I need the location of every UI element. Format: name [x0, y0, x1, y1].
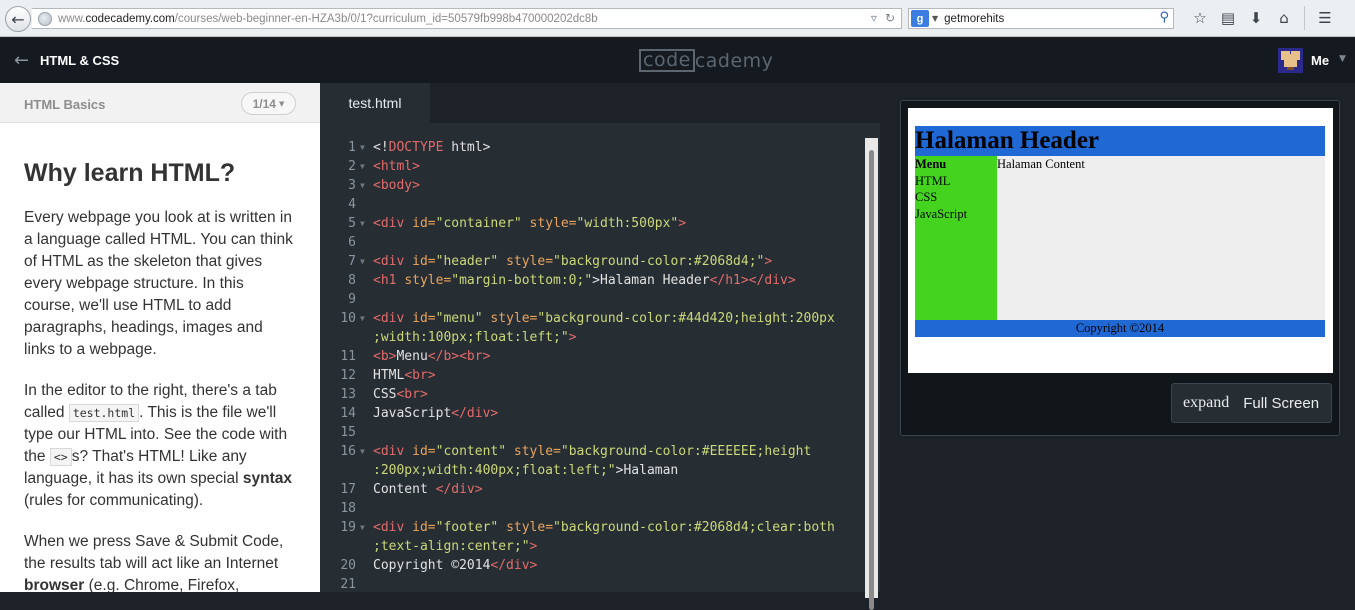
unit-name: HTML Basics: [24, 97, 106, 112]
preview-content: Halaman Content: [997, 156, 1325, 320]
editor-scrollbar[interactable]: [865, 138, 878, 610]
search-box[interactable]: g ▼ getmorehits ⚲: [908, 8, 1174, 29]
fullscreen-button[interactable]: Full Screen: [1243, 395, 1319, 412]
lesson-paragraph-1: Every webpage you look at is written in …: [24, 209, 293, 358]
result-preview[interactable]: Halaman Header Menu HTML CSS JavaScript …: [908, 108, 1333, 373]
dropdown-icon[interactable]: ▿: [871, 11, 877, 25]
result-frame: Halaman Header Menu HTML CSS JavaScript …: [900, 100, 1340, 436]
url-text: www.codecademy.com/courses/web-beginner-…: [58, 12, 598, 25]
back-icon[interactable]: ←: [5, 6, 31, 32]
code-editor[interactable]: test.html 1 ▼ <!DOCTYPE html> 2 ▼ <html> 3 ▼ <…: [320, 83, 880, 610]
lesson-title: Why learn HTML?: [24, 159, 236, 187]
preview-footer: Copyright ©2014: [915, 320, 1325, 337]
preview-menu-item: HTML: [915, 173, 951, 188]
expand-button[interactable]: expand: [1183, 394, 1229, 412]
preview-menu-item: CSS: [915, 190, 938, 204]
search-engine-icon[interactable]: g: [911, 10, 929, 27]
caret-icon: ▼: [932, 14, 939, 23]
address-bar[interactable]: www.codecademy.com/courses/web-beginner-…: [32, 8, 902, 29]
result-controls: expand Full Screen: [1171, 383, 1332, 423]
toolbar-divider: [1304, 6, 1305, 30]
browser-toolbar: ← www.codecademy.com/courses/web-beginne…: [0, 0, 1355, 37]
scroll-thumb[interactable]: [869, 150, 874, 610]
course-title[interactable]: HTML & CSS: [40, 53, 119, 68]
codecademy-logo[interactable]: code cademy: [639, 49, 773, 72]
reload-icon[interactable]: ↻: [885, 11, 895, 25]
lesson-header: HTML Basics 1/14 ▼: [0, 83, 320, 123]
avatar[interactable]: [1278, 48, 1303, 73]
lesson-paragraph-3: When we press Save & Submit Code, the re…: [24, 533, 284, 592]
caret-icon: ▼: [278, 99, 285, 108]
star-icon[interactable]: ☆: [1186, 6, 1214, 30]
lesson-panel: HTML Basics 1/14 ▼ Why learn HTML? Every …: [0, 83, 320, 592]
preview-heading: Halaman Header: [915, 127, 1100, 154]
globe-icon: [38, 11, 52, 26]
lesson-paragraph-2: In the editor to the right, there's a ta…: [24, 382, 292, 509]
preview-page: Halaman Header Menu HTML CSS JavaScript …: [915, 126, 1325, 337]
menu-icon[interactable]: ☰: [1311, 6, 1339, 30]
arrow-left-icon[interactable]: ←: [14, 50, 29, 71]
result-area: Halaman Header Menu HTML CSS JavaScript …: [880, 83, 1355, 592]
preview-menu: Menu HTML CSS JavaScript: [915, 156, 997, 320]
search-input[interactable]: getmorehits: [944, 13, 1004, 25]
user-name[interactable]: Me: [1311, 53, 1329, 68]
preview-menu-item: JavaScript: [915, 206, 968, 221]
chevron-down-icon[interactable]: ▼: [1339, 54, 1346, 64]
download-icon[interactable]: ⬇: [1242, 6, 1270, 30]
tab-test-html[interactable]: test.html: [320, 83, 430, 123]
search-icon[interactable]: ⚲: [1159, 10, 1169, 25]
home-icon[interactable]: ⌂: [1270, 6, 1298, 30]
preview-menu-title: Menu: [915, 157, 947, 171]
clipboard-icon[interactable]: ▤: [1214, 6, 1242, 30]
preview-header: Halaman Header: [915, 126, 1325, 156]
code-area[interactable]: 1 ▼ <!DOCTYPE html> 2 ▼ <html> 3 ▼ <body> 4 5 ▼…: [320, 138, 865, 598]
site-header: ← HTML & CSS code cademy Me ▼: [0, 38, 1355, 83]
progress-dropdown[interactable]: 1/14 ▼: [241, 92, 296, 115]
